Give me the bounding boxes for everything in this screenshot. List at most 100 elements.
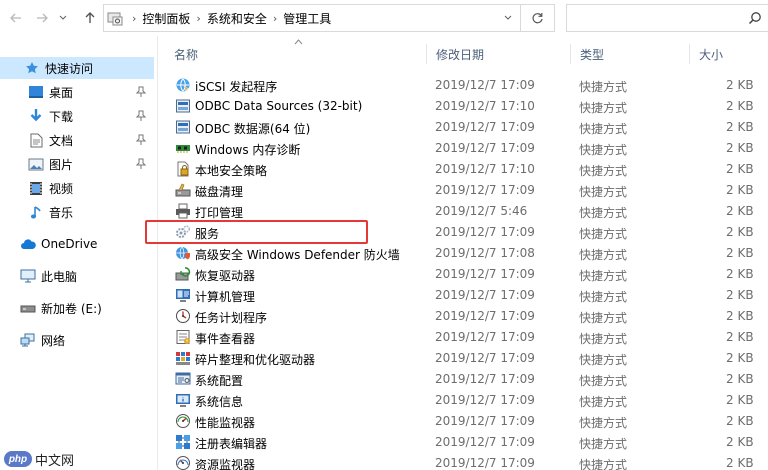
pin-icon[interactable] (135, 158, 147, 170)
sidebar-item-documents[interactable]: 文档 (0, 129, 154, 151)
sidebar-item-pictures[interactable]: 图片 (0, 153, 154, 175)
column-header-name[interactable]: 名称 (166, 46, 198, 64)
column-header-row: 名称 修改日期 类型 大小 (158, 36, 768, 72)
file-date: 2019/12/7 17:09 (435, 309, 535, 323)
file-size: 2 KB (726, 414, 754, 428)
chevron-down-icon (504, 15, 512, 20)
navigation-pane: 快速访问 桌面 下载 文档 图片 视频 音乐 OneDrive 此电脑 新加卷 … (0, 36, 158, 470)
list-item[interactable]: ODBC 数据源(64 位) 2019/12/7 17:09 快捷方式 2 KB (170, 117, 768, 138)
drive-icon (20, 300, 36, 316)
file-name: 磁盘清理 (195, 185, 244, 199)
list-item[interactable]: 高级安全 Windows Defender 防火墙 2019/12/7 17:0… (170, 243, 768, 264)
list-item[interactable]: iSCSI 发起程序 2019/12/7 17:09 快捷方式 2 KB (170, 75, 768, 96)
search-input[interactable] (566, 4, 768, 32)
registry-editor-icon (176, 435, 190, 449)
sidebar-item-desktop[interactable]: 桌面 (0, 81, 154, 103)
control-panel-icon (104, 5, 126, 31)
sidebar-item-this-pc[interactable]: 此电脑 (0, 265, 154, 287)
sidebar-item-label: 网络 (41, 333, 66, 348)
file-type: 快捷方式 (579, 185, 628, 199)
video-icon (28, 180, 44, 196)
column-divider[interactable] (426, 44, 427, 64)
breadcrumb-control-panel[interactable]: 控制面板 (142, 10, 190, 27)
list-item[interactable]: ODBC Data Sources (32-bit) 2019/12/7 17:… (170, 96, 768, 117)
refresh-button[interactable] (520, 5, 554, 31)
watermark: php 中文网 (4, 450, 74, 468)
breadcrumb-separator[interactable]: › (267, 12, 283, 25)
file-size: 2 KB (726, 120, 754, 134)
sidebar-item-label: 视频 (49, 181, 74, 196)
file-name: 性能监视器 (195, 416, 256, 430)
address-history-dropdown[interactable] (498, 5, 518, 31)
recent-locations-button[interactable] (56, 8, 70, 28)
breadcrumb-system-security[interactable]: 系统和安全 (207, 10, 267, 27)
arrow-up-icon (85, 12, 95, 23)
sidebar-item-volume-e[interactable]: 新加卷 (E:) (0, 297, 154, 319)
list-item[interactable]: 磁盘清理 2019/12/7 17:09 快捷方式 2 KB (170, 180, 768, 201)
file-date: 2019/12/7 17:10 (435, 99, 535, 113)
sidebar-item-downloads[interactable]: 下载 (0, 105, 154, 127)
file-type: 快捷方式 (579, 458, 628, 470)
file-date: 2019/12/7 17:10 (435, 162, 535, 176)
file-date: 2019/12/7 17:09 (435, 78, 535, 92)
list-item[interactable]: 计算机管理 2019/12/7 17:09 快捷方式 2 KB (170, 285, 768, 306)
system-config-icon (175, 372, 191, 385)
file-name: 系统配置 (195, 374, 244, 388)
sidebar-item-onedrive[interactable]: OneDrive (0, 233, 154, 255)
services-gear-icon (176, 225, 191, 238)
sidebar-item-quick-access[interactable]: 快速访问 (0, 57, 154, 79)
list-item[interactable]: 恢复驱动器 2019/12/7 17:09 快捷方式 2 KB (170, 264, 768, 285)
pin-icon[interactable] (135, 134, 147, 146)
forward-button[interactable] (32, 8, 52, 28)
list-item[interactable]: 服务 2019/12/7 17:09 快捷方式 2 KB (170, 222, 768, 243)
picture-icon (28, 156, 44, 172)
column-divider[interactable] (570, 44, 571, 64)
column-header-date[interactable]: 修改日期 (428, 46, 484, 64)
column-header-size[interactable]: 大小 (691, 46, 723, 64)
list-item[interactable]: 事件查看器 2019/12/7 17:09 快捷方式 2 KB (170, 327, 768, 348)
pin-icon[interactable] (135, 110, 147, 122)
up-button[interactable] (80, 8, 100, 28)
list-item[interactable]: 任务计划程序 2019/12/7 17:09 快捷方式 2 KB (170, 306, 768, 327)
odbc-icon (176, 120, 190, 134)
breadcrumb-separator[interactable]: › (190, 12, 206, 25)
list-item[interactable]: 性能监视器 2019/12/7 17:09 快捷方式 2 KB (170, 411, 768, 432)
list-item[interactable]: 本地安全策略 2019/12/7 17:10 快捷方式 2 KB (170, 159, 768, 180)
file-name: 高级安全 Windows Defender 防火墙 (195, 248, 400, 262)
sidebar-item-music[interactable]: 音乐 (0, 201, 154, 223)
breadcrumb-admin-tools[interactable]: 管理工具 (283, 10, 331, 27)
address-bar[interactable]: › 控制面板 › 系统和安全 › 管理工具 (103, 4, 555, 32)
list-item[interactable]: 系统信息 2019/12/7 17:09 快捷方式 2 KB (170, 390, 768, 411)
list-item[interactable]: Windows 内存诊断 2019/12/7 17:09 快捷方式 2 KB (170, 138, 768, 159)
file-type: 快捷方式 (579, 143, 628, 157)
column-header-type[interactable]: 类型 (572, 46, 604, 64)
file-size: 2 KB (726, 267, 754, 281)
arrow-left-icon (10, 13, 21, 23)
back-button[interactable] (6, 8, 26, 28)
chevron-down-icon (59, 15, 67, 20)
system-info-icon (176, 394, 190, 407)
file-size: 2 KB (726, 330, 754, 344)
list-item[interactable]: 系统配置 2019/12/7 17:09 快捷方式 2 KB (170, 369, 768, 390)
file-type: 快捷方式 (579, 101, 628, 115)
list-item[interactable]: 资源监视器 2019/12/7 17:09 快捷方式 2 KB (170, 453, 768, 470)
file-size: 2 KB (726, 78, 754, 92)
file-type: 快捷方式 (579, 206, 628, 220)
column-divider[interactable] (689, 44, 690, 64)
download-icon (28, 108, 44, 124)
list-item[interactable]: 注册表编辑器 2019/12/7 17:09 快捷方式 2 KB (170, 432, 768, 453)
sidebar-item-videos[interactable]: 视频 (0, 177, 154, 199)
file-size: 2 KB (726, 204, 754, 218)
file-size: 2 KB (726, 435, 754, 449)
file-type: 快捷方式 (579, 227, 628, 241)
pin-icon[interactable] (135, 86, 147, 98)
list-item[interactable]: 打印管理 2019/12/7 5:46 快捷方式 2 KB (170, 201, 768, 222)
file-size: 2 KB (726, 246, 754, 260)
sidebar-item-label: 文档 (49, 133, 74, 148)
file-type: 快捷方式 (579, 437, 628, 451)
list-item[interactable]: 碎片整理和优化驱动器 2019/12/7 17:09 快捷方式 2 KB (170, 348, 768, 369)
sidebar-item-label: 桌面 (49, 85, 74, 100)
resource-monitor-icon (176, 456, 190, 470)
file-name: 任务计划程序 (195, 311, 268, 325)
sidebar-item-network[interactable]: 网络 (0, 329, 154, 351)
